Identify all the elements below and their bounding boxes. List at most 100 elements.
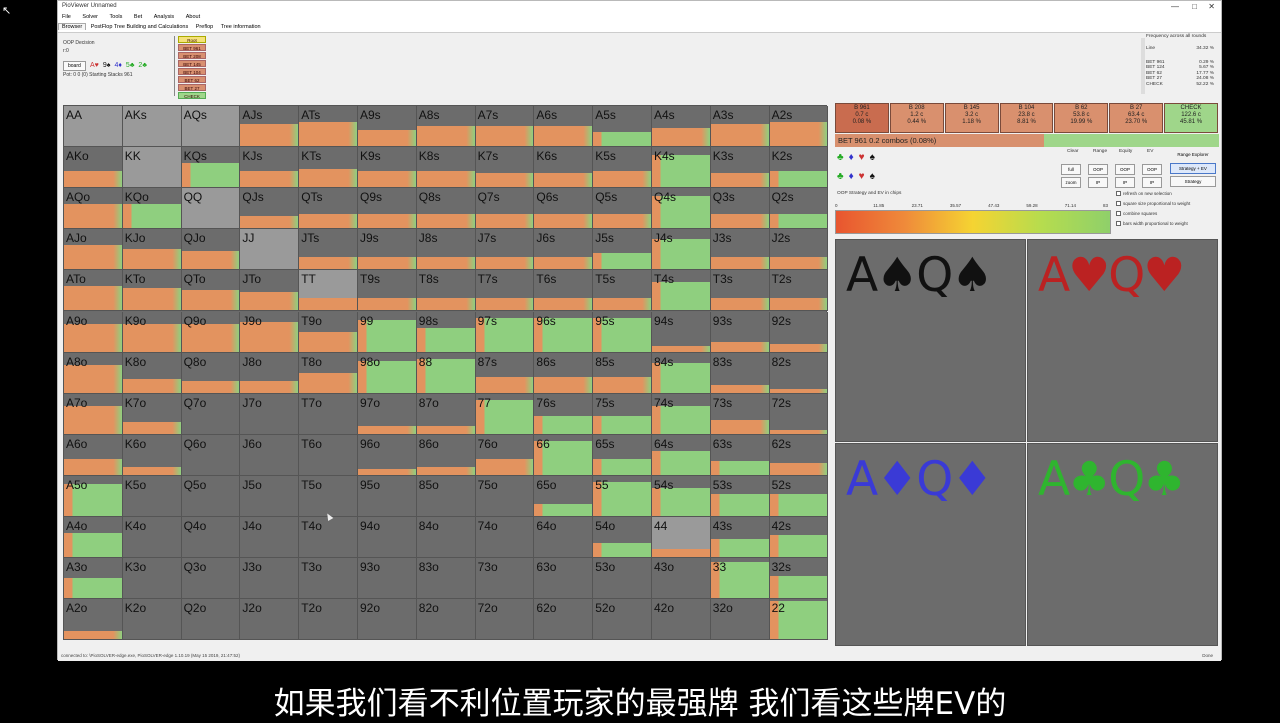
hand-cell[interactable]: Q9o xyxy=(181,311,241,353)
hand-cell[interactable]: T4o xyxy=(299,517,358,559)
hand-cell[interactable]: K9o xyxy=(122,311,182,353)
hand-cell[interactable]: 66 xyxy=(534,434,594,476)
board-card[interactable]: 9♠ xyxy=(103,62,111,69)
hand-cell[interactable]: KTo xyxy=(122,270,182,312)
hand-cell[interactable]: KTs xyxy=(299,147,358,189)
suit-filter-icon[interactable]: ♥ xyxy=(859,152,865,163)
hand-cell[interactable]: KJs xyxy=(240,147,300,189)
tree-node[interactable]: CHECK xyxy=(178,92,206,99)
hand-cell[interactable]: 83s xyxy=(710,352,770,394)
hand-cell[interactable]: K4s xyxy=(652,147,711,189)
tree-node[interactable]: BET 145 xyxy=(178,60,206,67)
board-button[interactable]: board xyxy=(63,61,86,71)
hand-cell[interactable]: K5o xyxy=(122,475,182,517)
hand-cell[interactable]: 98o xyxy=(358,352,417,394)
hand-cell[interactable]: 88 xyxy=(416,352,476,394)
hand-cell[interactable]: T3o xyxy=(299,558,358,600)
hand-cell[interactable]: ATo xyxy=(64,270,123,312)
checkbox-icon[interactable] xyxy=(1116,201,1121,207)
combo-cell[interactable]: A♣Q♣ xyxy=(1027,443,1218,646)
tab-tree-information[interactable]: Tree information xyxy=(218,24,264,30)
hand-cell[interactable]: JTo xyxy=(240,270,300,312)
hand-cell[interactable]: 85o xyxy=(416,475,476,517)
control-button[interactable]: IP xyxy=(1142,177,1162,188)
checkbox-icon[interactable] xyxy=(1116,221,1121,227)
hand-cell[interactable]: K5s xyxy=(593,147,652,189)
tree-node[interactable]: BET 104 xyxy=(178,68,206,75)
menu-about[interactable]: About xyxy=(186,14,200,20)
display-option[interactable]: combine squares xyxy=(1116,211,1157,217)
hand-cell[interactable]: 86o xyxy=(416,434,476,476)
hand-cell[interactable]: A9o xyxy=(64,311,123,353)
maximize-button[interactable]: □ xyxy=(1192,1,1197,12)
hand-cell[interactable]: KQo xyxy=(122,188,182,230)
hand-cell[interactable]: KJo xyxy=(122,229,182,271)
hand-cell[interactable]: A2s xyxy=(769,106,829,148)
hand-cell[interactable]: J8s xyxy=(416,229,476,271)
hand-cell[interactable]: A7s xyxy=(475,106,535,148)
hand-cell[interactable]: 43s xyxy=(710,517,770,559)
action-check[interactable]: CHECK 122.6 c 45.81 % xyxy=(1164,103,1218,133)
hand-cell[interactable]: J6s xyxy=(534,229,594,271)
tree-node[interactable]: BET 27 xyxy=(178,84,206,91)
board-card[interactable]: A♥ xyxy=(90,62,99,69)
hand-cell[interactable]: 64o xyxy=(534,517,594,559)
hand-cell[interactable]: 22 xyxy=(769,599,829,641)
hand-cell[interactable]: T5o xyxy=(299,475,358,517)
hand-cell[interactable]: J5s xyxy=(593,229,652,271)
hand-cell[interactable]: 94o xyxy=(358,517,417,559)
hand-cell[interactable]: A7o xyxy=(64,393,123,435)
hand-cell[interactable]: 99 xyxy=(358,311,417,353)
hand-cell[interactable]: A5s xyxy=(593,106,652,148)
hand-cell[interactable]: 65s xyxy=(593,434,652,476)
tab-browser[interactable]: Browser xyxy=(58,23,87,30)
board-card[interactable]: 2♣ xyxy=(138,62,147,69)
hand-cell[interactable]: 77 xyxy=(475,393,535,435)
hand-cell[interactable]: 33 xyxy=(710,558,770,600)
hand-cell[interactable]: 72o xyxy=(475,599,535,641)
hand-cell[interactable]: 53s xyxy=(710,475,770,517)
hand-cell[interactable]: 32s xyxy=(769,558,829,600)
hand-cell[interactable]: 76s xyxy=(534,393,594,435)
hand-cell[interactable]: 43o xyxy=(652,558,711,600)
hand-cell[interactable]: Q7o xyxy=(181,393,241,435)
menu-tools[interactable]: Tools xyxy=(110,14,123,20)
hand-cell[interactable]: A8o xyxy=(64,352,123,394)
hand-cell[interactable]: J8o xyxy=(240,352,300,394)
combo-cell[interactable]: A♥Q♥ xyxy=(1027,239,1218,442)
hand-cell[interactable]: JJ xyxy=(240,229,300,271)
hand-cell[interactable]: J6o xyxy=(240,434,300,476)
hand-cell[interactable]: 92s xyxy=(769,311,829,353)
hand-cell[interactable]: KK xyxy=(122,147,182,189)
hand-cell[interactable]: J9s xyxy=(358,229,417,271)
hand-cell[interactable]: T5s xyxy=(593,270,652,312)
hand-cell[interactable]: Q8s xyxy=(416,188,476,230)
hand-cell[interactable]: T2o xyxy=(299,599,358,641)
menu-file[interactable]: File xyxy=(62,14,71,20)
hand-cell[interactable]: 85s xyxy=(593,352,652,394)
hand-cell[interactable]: AJs xyxy=(240,106,300,148)
hand-cell[interactable]: 62o xyxy=(534,599,594,641)
hand-cell[interactable]: T6o xyxy=(299,434,358,476)
hand-cell[interactable]: QQ xyxy=(181,188,241,230)
menu-bet[interactable]: Bet xyxy=(134,14,142,20)
hand-cell[interactable]: 94s xyxy=(652,311,711,353)
tree-node[interactable]: BET 208 xyxy=(178,52,206,59)
hand-cell[interactable]: 74s xyxy=(652,393,711,435)
combo-cell[interactable]: A♦Q♦ xyxy=(835,443,1026,646)
control-button[interactable]: OOP xyxy=(1115,164,1135,175)
hand-cell[interactable]: 32o xyxy=(710,599,770,641)
hand-cell[interactable]: 53o xyxy=(593,558,652,600)
hand-cell[interactable]: K3o xyxy=(122,558,182,600)
suit-filter-icon[interactable]: ♥ xyxy=(859,171,865,182)
suit-filter-icon[interactable]: ♠ xyxy=(870,171,875,182)
hand-cell[interactable]: 92o xyxy=(358,599,417,641)
hand-cell[interactable]: 98s xyxy=(416,311,476,353)
action-b-104[interactable]: B 104 23.8 c 8.81 % xyxy=(999,103,1054,133)
combo-cell[interactable]: A♠Q♠ xyxy=(835,239,1026,442)
hand-cell[interactable]: 83o xyxy=(416,558,476,600)
action-b-145[interactable]: B 145 3.2 c 1.18 % xyxy=(944,103,999,133)
hand-cell[interactable]: 72s xyxy=(769,393,829,435)
hand-cell[interactable]: K7o xyxy=(122,393,182,435)
display-option[interactable]: bars width proportional to weight xyxy=(1116,221,1188,227)
